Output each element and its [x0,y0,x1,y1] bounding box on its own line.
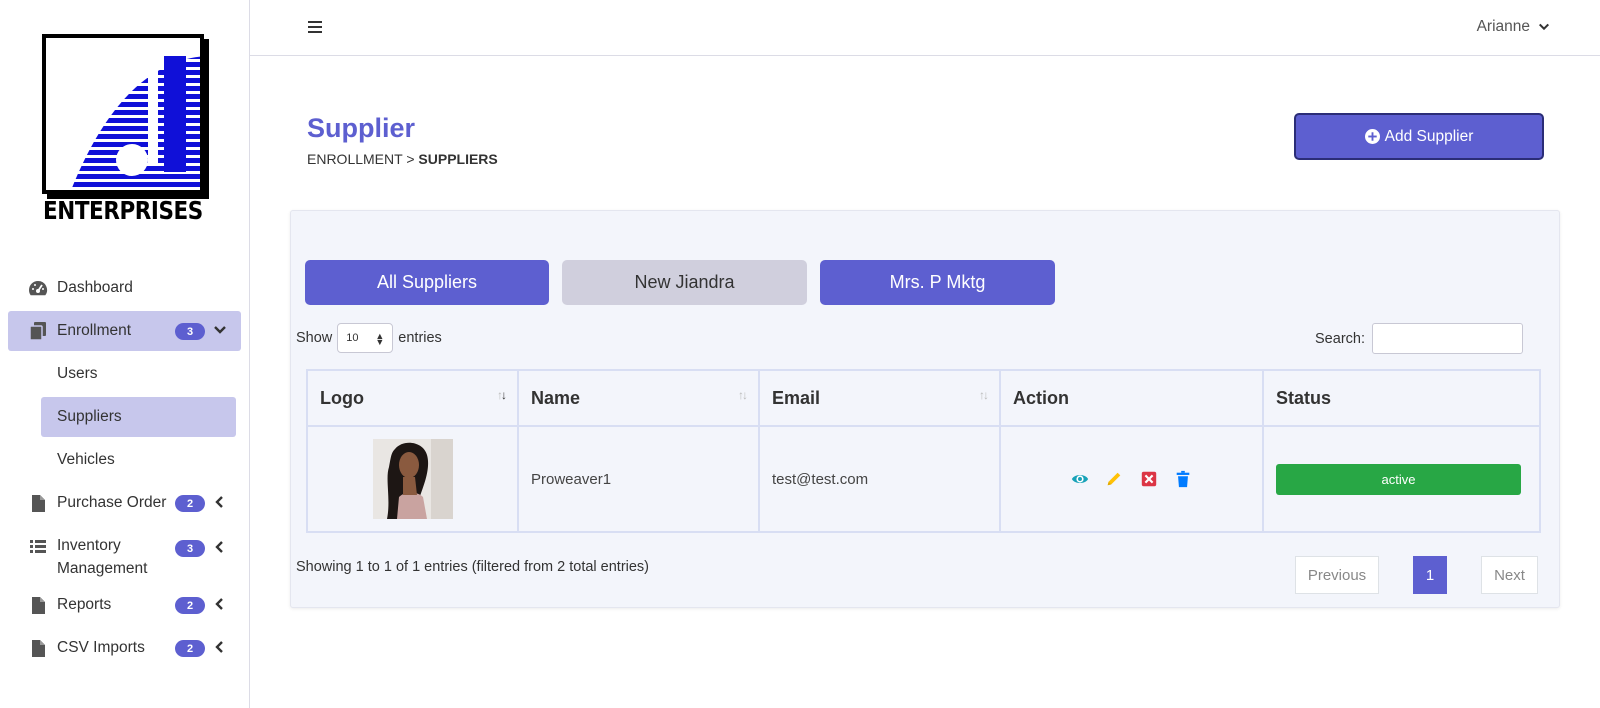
user-menu[interactable]: Arianne [1477,18,1550,36]
file-icon [27,492,49,514]
add-supplier-button[interactable]: Add Supplier [1294,113,1544,160]
count-badge: 2 [175,495,205,512]
sidebar-item-vehicles[interactable]: Vehicles [41,440,236,480]
logo-cell [306,425,519,533]
sidebar-item-users[interactable]: Users [41,354,236,394]
hamburger-menu-icon[interactable] [307,19,323,35]
filter-new-jiandra[interactable]: New Jiandra [562,260,807,305]
page-size-value: 10 [346,332,359,344]
sidebar-item-inventory-management[interactable]: Inventory Management 3 [8,526,241,582]
chevron-left-icon [215,598,223,610]
page-size-select[interactable]: 10 ▲ ▼ [337,323,394,353]
pagination-page-1[interactable]: 1 [1413,556,1447,594]
sidebar-item-csv-imports[interactable]: CSV Imports 2 [8,628,241,668]
plus-circle-icon [1364,129,1380,144]
column-header-name[interactable]: Name ↑↓ [517,369,760,427]
brand-logo[interactable]: ENTERPRISES [38,28,212,226]
column-header-logo[interactable]: Logo ↑↓ [306,369,519,427]
breadcrumb-current: SUPPLIERS [418,151,498,167]
pagination-previous[interactable]: Previous [1295,556,1379,594]
entries-label: entries [398,330,442,346]
chevron-down-icon [1538,23,1550,31]
sidebar-item-label: Dashboard [57,279,133,296]
suppliers-table: Logo ↑↓ Name ↑↓ Email ↑↓ Action Status P… [306,369,1541,533]
chevron-left-icon [215,496,223,508]
count-badge: 3 [175,323,205,340]
sort-icon: ↑↓ [738,388,748,402]
topbar: Arianne [250,0,1600,56]
sidebar-item-purchase-order[interactable]: Purchase Order 2 [8,483,241,523]
count-badge: 2 [175,597,205,614]
chevron-left-icon [215,641,223,653]
sidebar-item-dashboard[interactable]: Dashboard [8,268,241,308]
sidebar-item-label: Inventory Management [57,537,148,577]
logo-text: ENTERPRISES [43,196,203,225]
sidebar: ENTERPRISES Dashboard Enrollment 3 Users… [0,0,250,708]
supplier-logo-image [372,439,453,519]
column-header-email[interactable]: Email ↑↓ [758,369,1001,427]
page-size-control: Show 10 ▲ ▼ entries [296,323,442,353]
status-cell: active [1262,425,1541,533]
file-icon [27,637,49,659]
chevron-left-icon [215,541,223,553]
sort-icon: ↑↓ [497,388,507,402]
column-header-status: Status [1262,369,1541,427]
sort-icon: ↑↓ [979,388,989,402]
edit-pencil-icon[interactable] [1105,470,1123,488]
count-badge: 2 [175,640,205,657]
sidebar-item-reports[interactable]: Reports 2 [8,585,241,625]
supplier-name: Proweaver1 [517,425,760,533]
breadcrumb-parent[interactable]: ENROLLMENT [307,151,402,167]
table-info: Showing 1 to 1 of 1 entries (filtered fr… [296,559,650,575]
column-header-action: Action [999,369,1264,427]
search-input[interactable] [1372,323,1523,354]
breadcrumb-separator: > [406,151,415,167]
pagination-next[interactable]: Next [1481,556,1538,594]
list-icon [27,535,49,557]
logo-emblem [42,34,204,194]
search-control: Search: [1315,323,1523,354]
search-label: Search: [1315,330,1365,347]
action-cell [999,425,1264,533]
supplier-email: test@test.com [758,425,1001,533]
page-title: Supplier [307,113,416,143]
copy-icon [27,320,49,342]
chevron-down-icon [214,326,226,334]
deactivate-x-icon[interactable] [1140,470,1158,488]
suppliers-card: All Suppliers New Jiandra Mrs. P Mktg Sh… [290,210,1560,608]
file-icon [27,594,49,616]
filter-mrs-p-mktg[interactable]: Mrs. P Mktg [820,260,1055,305]
user-name: Arianne [1476,18,1530,35]
add-supplier-label: Add Supplier [1384,127,1474,145]
view-eye-icon[interactable] [1071,470,1089,488]
select-arrows-icon: ▲ ▼ [375,331,385,347]
table-row: Proweaver1 test@test.com active [306,425,1541,533]
filter-all-suppliers[interactable]: All Suppliers [305,260,549,305]
dashboard-icon [27,277,49,299]
status-badge[interactable]: active [1276,463,1521,495]
sidebar-item-suppliers[interactable]: Suppliers [41,397,236,437]
delete-trash-icon[interactable] [1174,470,1192,488]
breadcrumb: ENROLLMENT > SUPPLIERS [307,151,498,167]
sidebar-nav: Dashboard Enrollment 3 Users Suppliers V… [8,268,241,671]
show-label: Show [296,330,333,346]
sidebar-item-enrollment[interactable]: Enrollment 3 [8,311,241,351]
count-badge: 3 [175,540,205,557]
